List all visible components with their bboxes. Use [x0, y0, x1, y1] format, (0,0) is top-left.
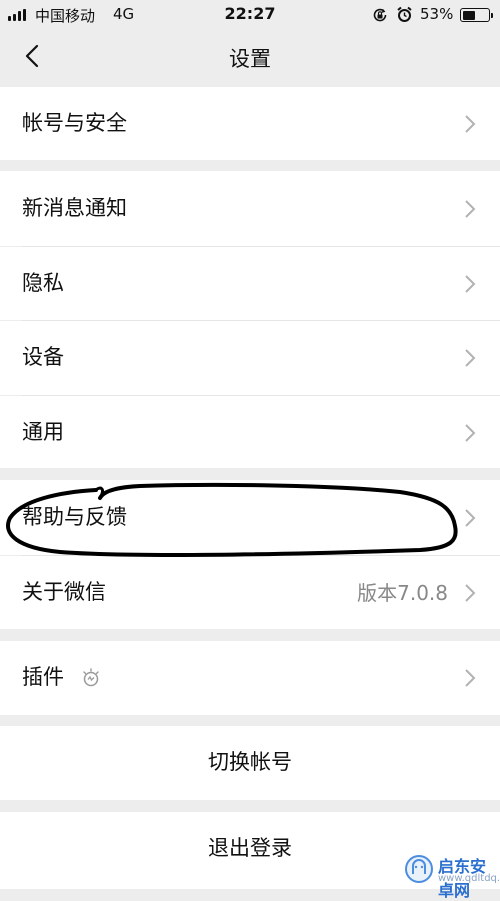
- nav-bar: 设置: [0, 30, 500, 84]
- chevron-right-icon: [465, 115, 476, 133]
- plugin-indicator-icon: [83, 668, 99, 687]
- chevron-right-icon: [465, 584, 476, 602]
- settings-item-label: 设备: [22, 345, 64, 369]
- settings-item-label: 新消息通知: [22, 196, 127, 220]
- settings-item-label: 关于微信: [22, 580, 106, 604]
- settings-item-plugins[interactable]: 插件: [0, 641, 500, 715]
- chevron-right-icon: [465, 669, 476, 687]
- battery-icon: [460, 8, 493, 22]
- watermark-url: www.qdltdq.com: [438, 873, 500, 884]
- settings-item-label: 通用: [22, 420, 64, 444]
- watermark-logo-icon: [405, 855, 433, 883]
- settings-item-account-security[interactable]: 帐号与安全: [0, 87, 500, 160]
- settings-item-new-message-notifications[interactable]: 新消息通知: [0, 171, 500, 246]
- chevron-right-icon: [465, 424, 476, 442]
- battery-percentage: 53%: [420, 5, 454, 23]
- settings-item-help-feedback[interactable]: 帮助与反馈: [0, 480, 500, 555]
- site-watermark: 启东安卓网 www.qdltdq.com: [404, 852, 500, 900]
- settings-item-label: 帮助与反馈: [22, 505, 127, 529]
- chevron-right-icon: [465, 200, 476, 218]
- settings-item-general[interactable]: 通用: [0, 396, 500, 468]
- page-title: 设置: [229, 47, 271, 71]
- chevron-right-icon: [465, 275, 476, 293]
- alarm-icon: [397, 6, 412, 22]
- chevron-right-icon: [465, 349, 476, 367]
- status-bar: 中国移动 4G 22:27 53%: [0, 0, 500, 30]
- switch-account-label: 切换帐号: [208, 750, 292, 774]
- settings-item-label: 帐号与安全: [22, 111, 127, 135]
- settings-item-label: 插件: [22, 665, 64, 689]
- version-value: 版本7.0.8: [357, 581, 448, 605]
- chevron-right-icon: [465, 509, 476, 527]
- rotation-lock-icon: [373, 8, 387, 22]
- settings-item-devices[interactable]: 设备: [0, 321, 500, 395]
- settings-item-privacy[interactable]: 隐私: [0, 247, 500, 320]
- settings-item-label: 隐私: [22, 271, 64, 295]
- switch-account-button[interactable]: 切换帐号: [0, 726, 500, 800]
- settings-item-about-wechat[interactable]: 关于微信 版本7.0.8: [0, 556, 500, 629]
